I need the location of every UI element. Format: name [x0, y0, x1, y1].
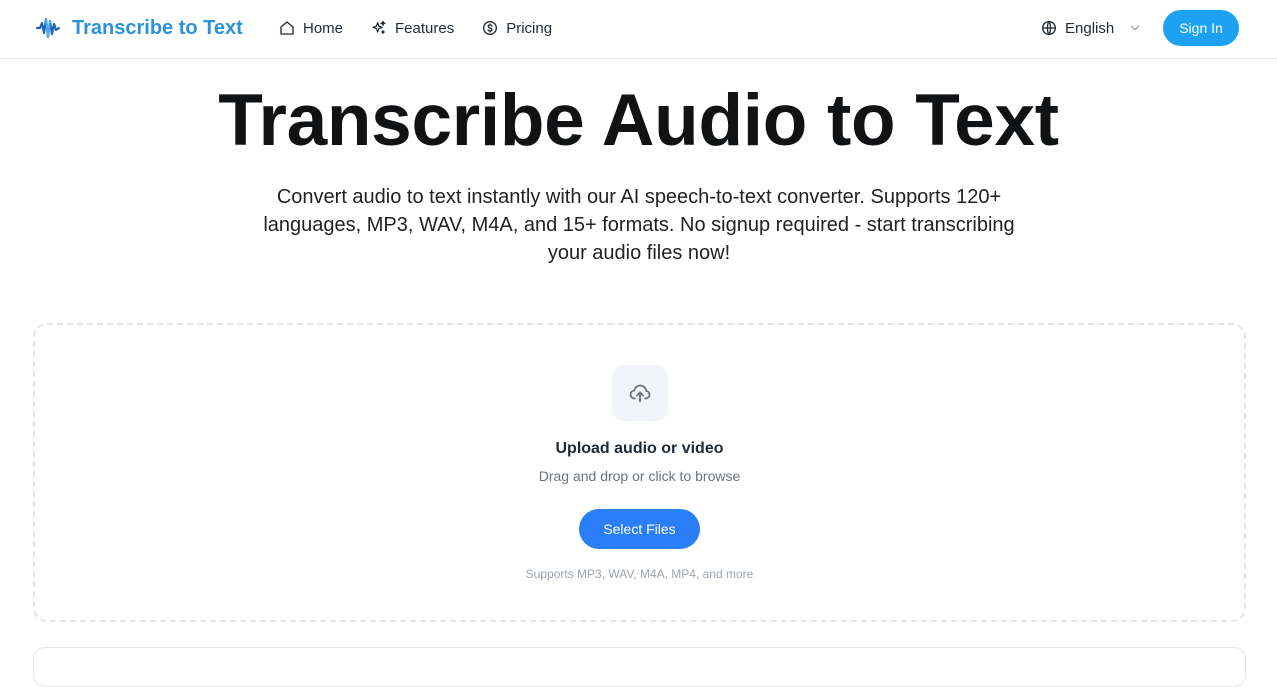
dollar-circle-icon [483, 21, 498, 35]
nav-features[interactable]: Features [371, 18, 454, 38]
nav-home[interactable]: Home [279, 18, 343, 38]
upload-cloud-icon [629, 384, 651, 403]
hero-title: Transcribe Audio to Text [218, 80, 1059, 161]
next-section-card [33, 647, 1246, 687]
globe-icon [1042, 20, 1056, 36]
upload-icon-container [612, 365, 668, 421]
sparkles-icon [372, 20, 386, 34]
nav-pricing[interactable]: Pricing [482, 18, 552, 38]
brand-name: Transcribe to Text [72, 16, 243, 39]
supported-formats-note: Supports MP3, WAV, M4A, MP4, and more [525, 567, 754, 581]
hero-subtitle: Convert audio to text instantly with our… [263, 186, 1015, 264]
upload-dropzone[interactable]: Upload audio or video Drag and drop or c… [33, 323, 1246, 622]
nav-pricing-label: Pricing [506, 19, 553, 37]
language-label: English [1065, 19, 1115, 37]
brand-link[interactable]: Transcribe to Text [36, 15, 243, 41]
select-files-button[interactable]: Select Files [579, 509, 700, 549]
upload-title: Upload audio or video [555, 440, 724, 457]
sign-in-button[interactable]: Sign In [1163, 10, 1239, 46]
language-selector[interactable]: English [1041, 18, 1142, 38]
top-navbar: Transcribe to Text Home Features Pricing [0, 0, 1277, 59]
home-icon [280, 21, 294, 35]
upload-description: Drag and drop or click to browse [538, 468, 741, 484]
soundwave-logo-icon [36, 17, 60, 39]
nav-home-label: Home [303, 19, 344, 37]
main-nav: Home Features Pricing [279, 18, 552, 38]
chevron-down-icon [1131, 25, 1140, 31]
nav-features-label: Features [395, 19, 455, 37]
